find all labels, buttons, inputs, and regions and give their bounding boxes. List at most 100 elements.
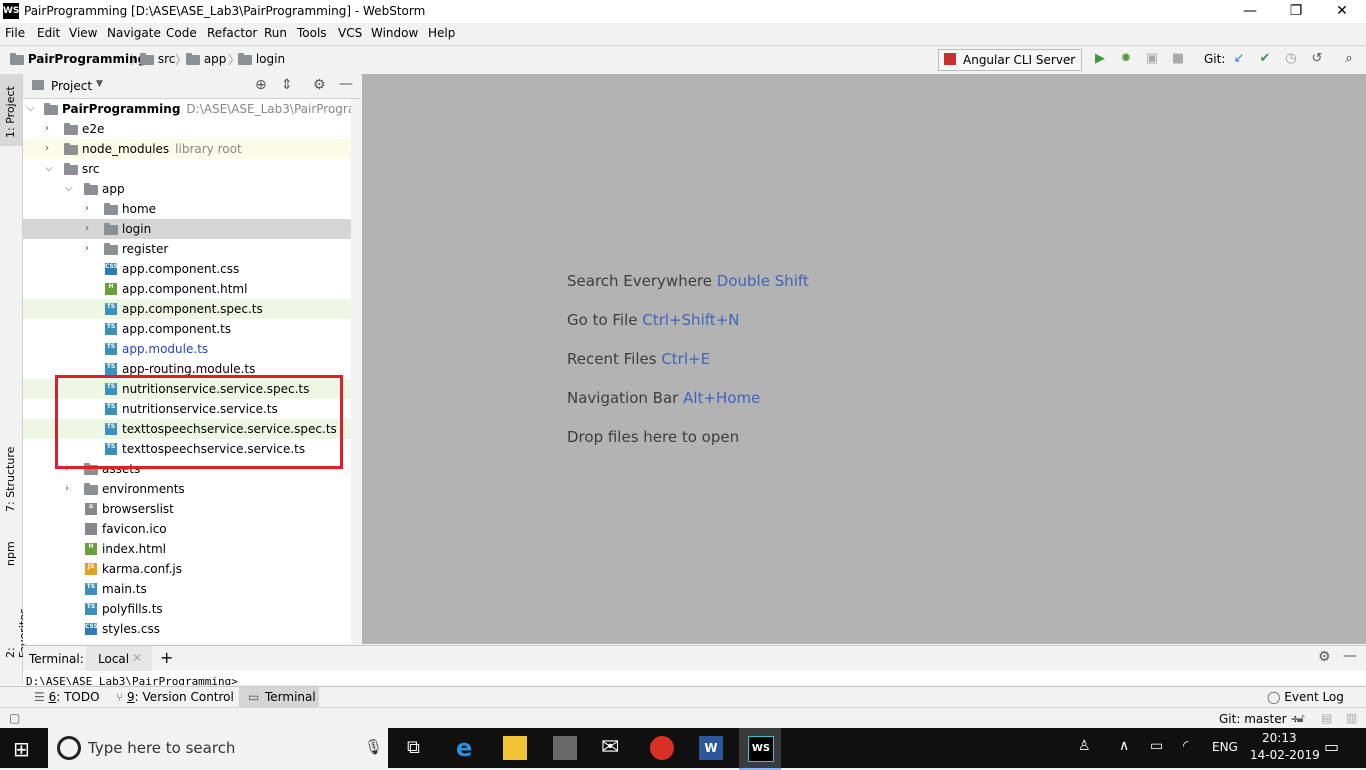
tab-project[interactable]: 1: Project: [4, 82, 18, 138]
menu-code[interactable]: Code: [166, 26, 197, 40]
tree-row-file[interactable]: TS main.ts: [23, 579, 361, 599]
project-view-selector[interactable]: Project: [51, 79, 92, 93]
coverage-icon[interactable]: ▣: [1144, 51, 1160, 67]
battery-icon[interactable]: ▭: [1150, 738, 1163, 754]
edge-icon[interactable]: e: [456, 736, 480, 760]
run-icon[interactable]: ▶: [1092, 51, 1108, 67]
chevron-down-icon[interactable]: ▼: [96, 79, 103, 89]
menu-file[interactable]: File: [5, 26, 25, 40]
chevron-down-icon[interactable]: ⌵: [45, 159, 57, 179]
tab-todo[interactable]: ☰ 6: TODO: [34, 690, 100, 704]
tree-row-file[interactable]: TS polyfills.ts: [23, 599, 361, 619]
editor-empty-area[interactable]: Search Everywhere Double Shift Go to Fil…: [362, 74, 1366, 644]
menu-edit[interactable]: Edit: [37, 26, 60, 40]
search-icon[interactable]: ⌕: [1341, 51, 1357, 67]
close-icon[interactable]: ✕: [132, 651, 142, 665]
tree-row-register[interactable]: › register: [23, 239, 361, 259]
tab-npm[interactable]: npm: [4, 540, 18, 566]
terminal-output[interactable]: D:\ASE\ASE_Lab3\PairProgramming>: [23, 671, 1366, 685]
task-view-icon[interactable]: ⧉: [407, 737, 420, 758]
breadcrumb-login[interactable]: login: [238, 52, 285, 66]
event-log-button[interactable]: ◯ Event Log: [1267, 690, 1344, 704]
word-icon[interactable]: W: [699, 736, 723, 760]
tree-row-file[interactable]: TS app.module.ts: [23, 339, 361, 359]
history-icon[interactable]: ◷: [1283, 51, 1299, 67]
hide-panel-icon[interactable]: —: [1343, 648, 1357, 664]
menu-window[interactable]: Window: [371, 26, 418, 40]
people-icon[interactable]: ♙: [1078, 738, 1091, 754]
menu-view[interactable]: View: [69, 26, 97, 40]
tree-row-file[interactable]: H index.html: [23, 539, 361, 559]
git-update-icon[interactable]: ↙: [1231, 51, 1247, 67]
taskbar-search[interactable]: Type here to search 🎙︎: [48, 728, 388, 768]
breadcrumb-src[interactable]: src: [140, 52, 175, 66]
chevron-right-icon[interactable]: ›: [65, 479, 77, 499]
clock-date[interactable]: 14-02-2019: [1250, 748, 1320, 762]
windows-start-icon[interactable]: ⊞: [13, 737, 30, 761]
menu-vcs[interactable]: VCS: [338, 26, 362, 40]
chrome-icon[interactable]: [650, 736, 674, 760]
tree-row-src[interactable]: ⌵ src: [23, 159, 361, 179]
gear-icon[interactable]: ⚙: [313, 77, 326, 93]
gear-icon[interactable]: ⚙: [1318, 649, 1331, 665]
debug-icon[interactable]: ✹: [1118, 51, 1134, 67]
tree-row-file[interactable]: CSS app.component.css: [23, 259, 361, 279]
tree-row-file[interactable]: TS app.component.spec.ts: [23, 299, 361, 319]
revert-icon[interactable]: ↺: [1309, 51, 1325, 67]
menu-refactor[interactable]: Refactor: [207, 26, 257, 40]
tree-row-file[interactable]: favicon.ico: [23, 519, 361, 539]
menu-run[interactable]: Run: [264, 26, 287, 40]
action-center-icon[interactable]: ▭: [1324, 737, 1339, 756]
maximize-button[interactable]: ❐: [1273, 0, 1319, 23]
chevron-right-icon[interactable]: ›: [85, 219, 97, 239]
tree-row-file[interactable]: JS karma.conf.js: [23, 559, 361, 579]
menu-navigate[interactable]: Navigate: [107, 26, 161, 40]
tree-row-app[interactable]: ⌵ app: [23, 179, 361, 199]
microphone-icon[interactable]: 🎙︎: [364, 738, 383, 756]
menu-help[interactable]: Help: [428, 26, 455, 40]
chevron-right-icon[interactable]: ›: [45, 119, 57, 139]
collapse-all-icon[interactable]: ⇕: [281, 77, 293, 93]
tree-row-root[interactable]: ⌵ PairProgramming D:\ASE\ASE_Lab3\PairPro…: [23, 99, 361, 119]
tab-favorites[interactable]: 2: Favorites: [4, 598, 30, 658]
tree-row-environments[interactable]: › environments: [23, 479, 361, 499]
inspector-icon[interactable]: ▤: [1321, 711, 1332, 725]
git-branch-widget[interactable]: Git: master ÷: [1219, 712, 1300, 726]
chevron-down-icon[interactable]: ⌵: [27, 99, 39, 119]
tree-row-login[interactable]: › login: [23, 219, 361, 239]
tree-row-file[interactable]: TS app.component.ts: [23, 319, 361, 339]
toggle-tool-windows-icon[interactable]: ▢: [9, 711, 20, 725]
tab-structure[interactable]: 7: Structure: [4, 442, 18, 512]
tab-version-control[interactable]: ⑂ 9: Version Control: [116, 690, 234, 704]
language-indicator[interactable]: ENG: [1212, 740, 1238, 754]
breadcrumb-project[interactable]: PairProgramming: [10, 52, 146, 66]
clock-time[interactable]: 20:13: [1262, 731, 1297, 745]
tree-row-e2e[interactable]: › e2e: [23, 119, 361, 139]
store-icon[interactable]: [553, 736, 577, 760]
chevron-right-icon[interactable]: ›: [85, 199, 97, 219]
add-terminal-button[interactable]: +: [160, 648, 173, 667]
breadcrumb-app[interactable]: app: [186, 52, 226, 66]
file-explorer-icon[interactable]: [503, 736, 527, 760]
chevron-down-icon[interactable]: ⌵: [65, 179, 77, 199]
locate-icon[interactable]: ⊕: [255, 77, 267, 93]
tree-row-file[interactable]: CSS styles.css: [23, 619, 361, 639]
tab-terminal[interactable]: ▭ Terminal: [239, 687, 319, 708]
tree-row-home[interactable]: › home: [23, 199, 361, 219]
stop-icon[interactable]: ■: [1170, 51, 1186, 67]
tree-row-file[interactable]: H app.component.html: [23, 279, 361, 299]
close-button[interactable]: ✕: [1319, 0, 1365, 23]
tree-row-file[interactable]: ≡ browserslist: [23, 499, 361, 519]
notifications-icon[interactable]: ▥: [1346, 711, 1357, 725]
chevron-up-icon[interactable]: ∧: [1119, 738, 1129, 754]
run-configuration-dropdown[interactable]: Angular CLI Server ⌵: [938, 49, 1082, 71]
chevron-right-icon[interactable]: ›: [85, 239, 97, 259]
hide-panel-icon[interactable]: —: [339, 76, 353, 92]
chevron-right-icon[interactable]: ›: [45, 139, 57, 159]
terminal-tab-local[interactable]: Local ✕: [86, 646, 152, 672]
wifi-icon[interactable]: ◜: [1183, 738, 1188, 754]
minimize-button[interactable]: —: [1227, 0, 1273, 23]
webstorm-taskbar-button[interactable]: WS: [739, 728, 781, 770]
lock-icon[interactable]: 🔓︎: [1297, 711, 1305, 726]
menu-tools[interactable]: Tools: [297, 26, 327, 40]
